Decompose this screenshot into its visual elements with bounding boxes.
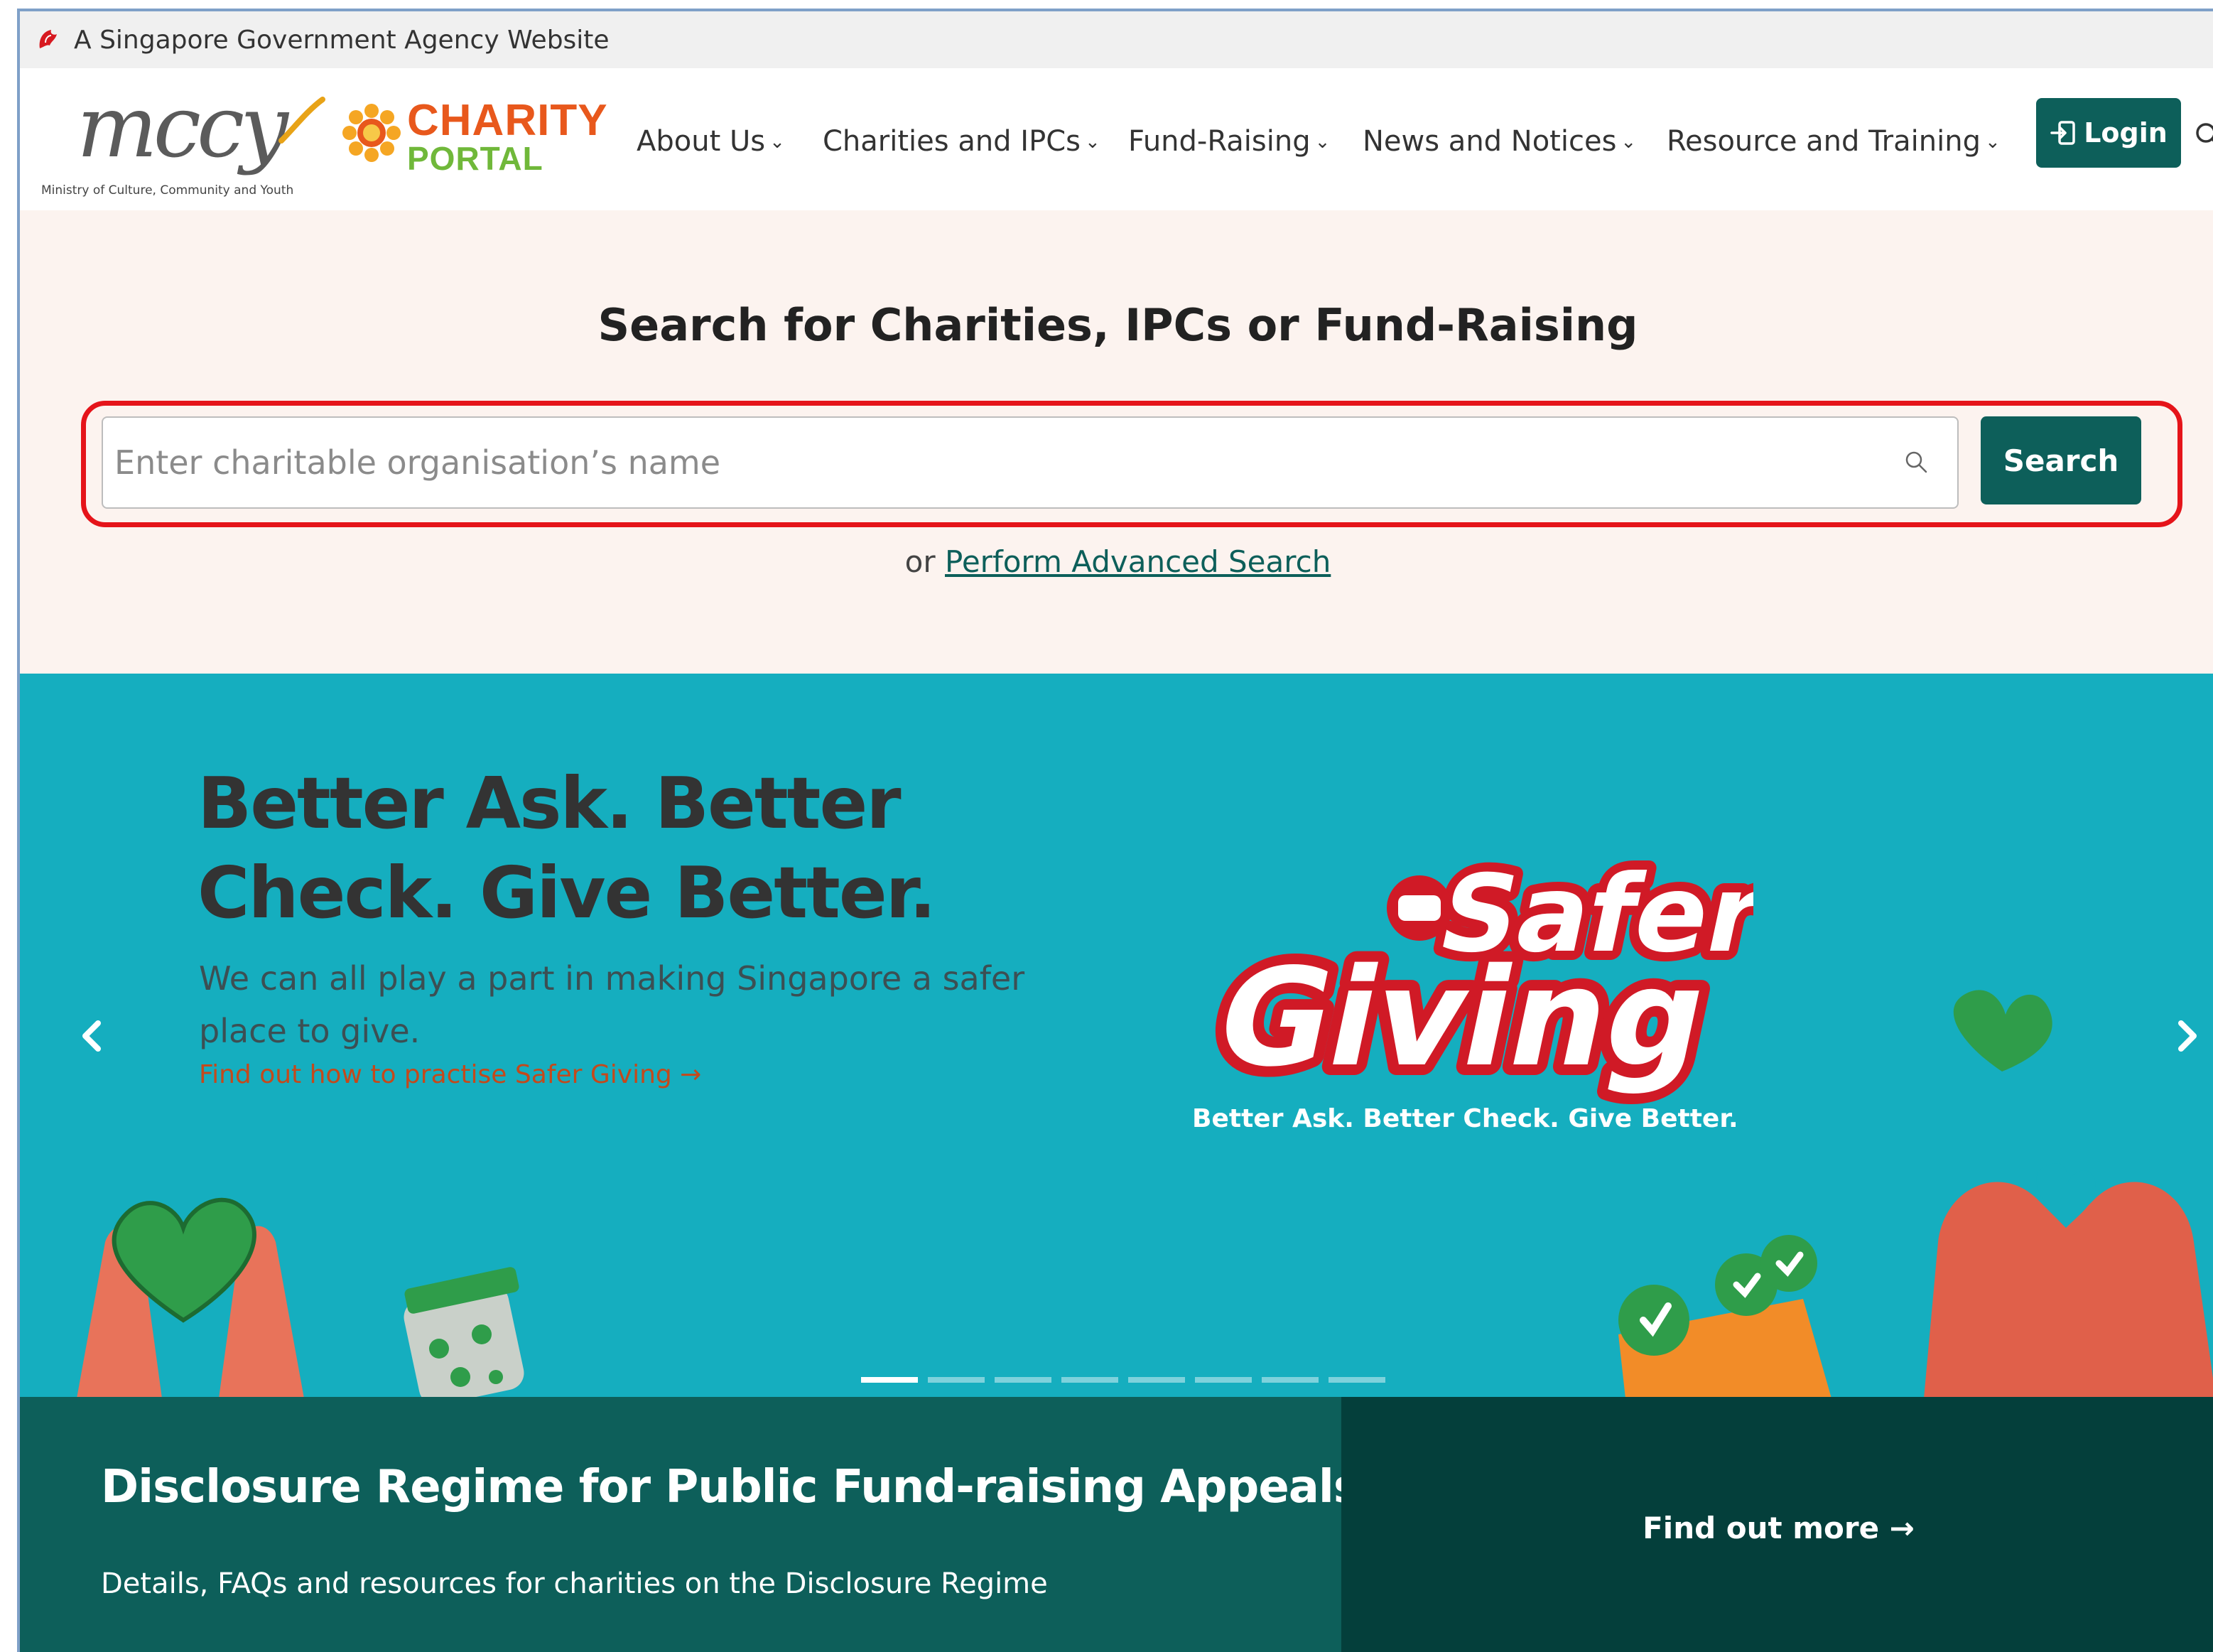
giving-word: Giving	[1204, 940, 1721, 1097]
disclosure-banner: Disclosure Regime for Public Fund-raisin…	[20, 1397, 1360, 1652]
nav-label: About Us	[637, 125, 766, 158]
disclosure-description: Details, FAQs and resources for charitie…	[101, 1567, 1048, 1600]
nav-news-notices[interactable]: News and Notices ⌄	[1363, 125, 1636, 158]
mccy-logo-text: mccy	[77, 78, 288, 177]
carousel-dot-6[interactable]	[1195, 1377, 1252, 1383]
hand-icon	[1387, 875, 1452, 941]
carousel-dot-7[interactable]	[1262, 1377, 1319, 1383]
mccy-logo-wordmark: mccy	[77, 85, 288, 171]
advanced-search-line: or Perform Advanced Search	[20, 544, 2213, 579]
nav-charities-ipcs[interactable]: Charities and IPCs ⌄	[823, 125, 1100, 158]
nav-label: Fund-Raising	[1128, 125, 1311, 158]
advanced-search-link[interactable]: Perform Advanced Search	[945, 544, 1331, 579]
masthead-text: A Singapore Government Agency Website	[74, 25, 610, 55]
charity-logo-line1: CHARITY	[407, 96, 608, 145]
chevron-down-icon: ⌄	[1620, 131, 1637, 153]
chevron-down-icon: ⌄	[1084, 131, 1100, 153]
chevron-down-icon: ⌄	[769, 131, 785, 153]
charity-portal-logo[interactable]: CHARITY PORTAL	[325, 92, 631, 177]
gov-masthead: A Singapore Government Agency Website	[20, 11, 2213, 68]
safer-giving-link[interactable]: Find out how to practise Safer Giving →	[199, 1060, 701, 1089]
search-input[interactable]	[103, 418, 1893, 507]
safer-giving-logo: Safer Giving	[1194, 851, 1753, 1107]
nav-resource-training[interactable]: Resource and Training ⌄	[1667, 125, 2001, 158]
lion-head-icon	[39, 30, 57, 48]
carousel-prev-icon[interactable]	[71, 1015, 114, 1057]
heart-hands-illustration	[1924, 990, 2213, 1397]
search-icon[interactable]	[2194, 121, 2213, 149]
chevron-down-icon: ⌄	[1314, 131, 1331, 153]
find-out-more-link[interactable]: Find out more →	[1341, 1511, 2213, 1545]
find-out-more-panel: Find out more →	[1341, 1397, 2213, 1652]
nav-label: Resource and Training	[1667, 125, 1981, 158]
site-header: mccy Ministry of Culture, Community and …	[20, 68, 2213, 210]
nav-about-us[interactable]: About Us ⌄	[637, 125, 785, 158]
charity-logo-line2: PORTAL	[407, 140, 543, 177]
safer-giving-tagline: Better Ask. Better Check. Give Better.	[1192, 1104, 1738, 1133]
browser-frame: A Singapore Government Agency Website mc…	[17, 9, 2213, 1652]
hero-headline: Better Ask. Better Check. Give Better.	[198, 762, 936, 934]
search-button-label: Search	[2003, 443, 2119, 478]
or-text: or	[904, 544, 936, 579]
carousel-dot-4[interactable]	[1061, 1377, 1118, 1383]
hero-body: We can all play a part in making Singapo…	[199, 959, 1025, 1050]
hero-carousel: Better Ask. Better Check. Give Better. W…	[20, 674, 2213, 1397]
carousel-dot-5[interactable]	[1128, 1377, 1185, 1383]
nav-label: Charities and IPCs	[823, 125, 1081, 158]
search-icon	[1905, 451, 1927, 473]
carousel-dot-3[interactable]	[995, 1377, 1051, 1383]
carousel-dot-1[interactable]	[861, 1377, 918, 1383]
search-button[interactable]: Search	[1981, 416, 2141, 504]
mccy-logo-subtitle: Ministry of Culture, Community and Youth	[41, 183, 294, 198]
login-icon	[2050, 121, 2075, 145]
carousel-dots	[861, 1377, 1385, 1383]
search-section: Search for Charities, IPCs or Fund-Raisi…	[20, 210, 2213, 674]
chevron-down-icon: ⌄	[1984, 131, 2001, 153]
sunflower-icon	[342, 104, 401, 162]
carousel-dot-8[interactable]	[1329, 1377, 1385, 1383]
carousel-dot-2[interactable]	[928, 1377, 985, 1383]
mccy-swoosh-icon	[278, 97, 325, 144]
donation-jar-illustration	[404, 1267, 524, 1397]
checked-box-illustration	[1618, 1235, 1831, 1397]
login-button[interactable]: Login	[2036, 98, 2181, 168]
login-label: Login	[2084, 117, 2168, 149]
nav-label: News and Notices	[1363, 125, 1617, 158]
mccy-logo[interactable]: mccy Ministry of Culture, Community and …	[41, 85, 325, 198]
search-field	[102, 416, 1959, 509]
search-title: Search for Charities, IPCs or Fund-Raisi…	[597, 299, 1638, 351]
nav-fund-raising[interactable]: Fund-Raising ⌄	[1128, 125, 1330, 158]
disclosure-title: Disclosure Regime for Public Fund-raisin…	[101, 1461, 1360, 1513]
hands-heart-illustration	[77, 1197, 304, 1397]
